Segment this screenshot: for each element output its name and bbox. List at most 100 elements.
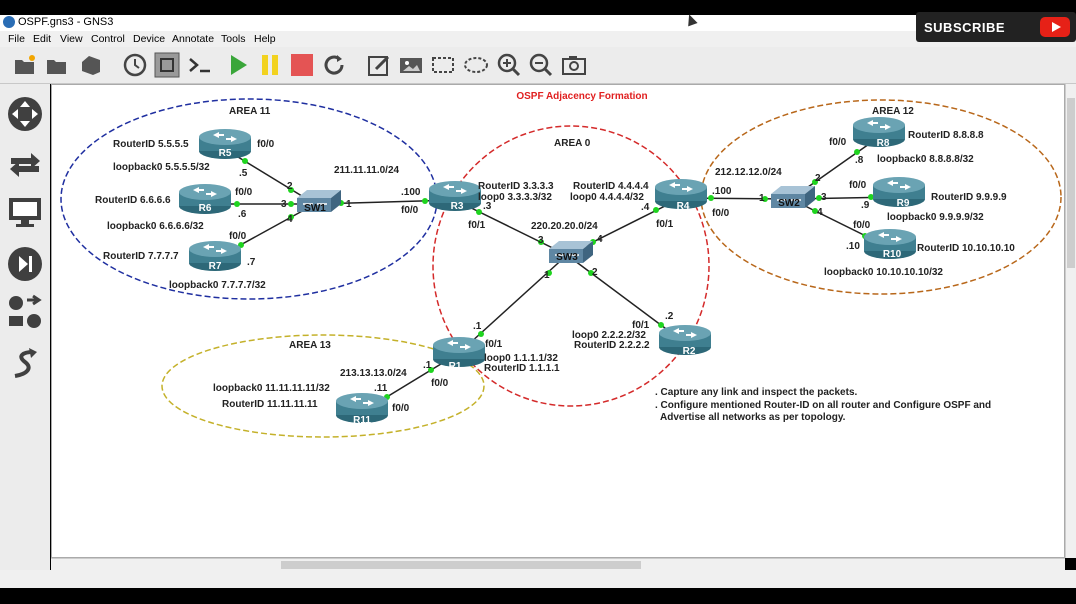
sw2-port2: 2: [815, 173, 821, 184]
r10-loopback: loopback0 10.10.10.10/32: [824, 267, 943, 278]
r3-port-f01: f0/1: [468, 220, 486, 231]
pause-icon[interactable]: [257, 52, 283, 78]
topology-canvas[interactable]: R5 R6 R7 R3 R4 R8 R9 R10 R1 R2 R11 SW1 S…: [51, 84, 1065, 558]
link-sw3-r1[interactable]: [458, 254, 568, 354]
camera-icon[interactable]: [561, 52, 587, 78]
stop-icon[interactable]: [289, 52, 315, 78]
menu-annotate[interactable]: Annotate: [172, 33, 214, 45]
browse-security-icon[interactable]: [7, 246, 43, 282]
router-r11[interactable]: R11: [336, 393, 388, 426]
r10-routerid: RouterID 10.10.10.10: [917, 243, 1015, 254]
router-r8[interactable]: R8: [853, 117, 905, 149]
sw2-port3: 3: [821, 192, 827, 203]
r3-routerid: RouterID 3.3.3.3: [478, 181, 554, 192]
grid-snap-icon[interactable]: [154, 52, 180, 78]
switch-sw1[interactable]: SW1: [296, 189, 342, 214]
r6-port: f0/0: [235, 187, 253, 198]
save-icon[interactable]: [78, 52, 104, 78]
r4-port-f01: f0/1: [656, 219, 674, 230]
r8-ip: .8: [855, 155, 864, 166]
r1-port-f00: f0/0: [431, 378, 449, 389]
open-folder-icon[interactable]: [12, 52, 38, 78]
menu-edit[interactable]: Edit: [33, 33, 51, 45]
r3-ip: .100: [401, 187, 421, 198]
switch-sw2[interactable]: SW2: [770, 185, 816, 209]
main-toolbar: [0, 47, 1076, 84]
console-icon[interactable]: [187, 52, 213, 78]
menu-help[interactable]: Help: [254, 33, 276, 45]
sw1-port1: 1: [346, 199, 352, 210]
menu-control[interactable]: Control: [91, 33, 125, 45]
vertical-scrollbar-thumb[interactable]: [1067, 98, 1075, 268]
r5-routerid: RouterID 5.5.5.5: [113, 139, 189, 150]
area11-label: AREA 11: [229, 106, 271, 117]
r5-port: f0/0: [257, 139, 275, 150]
browse-routers-icon[interactable]: [7, 96, 43, 132]
rectangle-icon[interactable]: [430, 52, 456, 78]
note-line-3: Advertise all networks as per topology.: [660, 412, 846, 423]
area13-label: AREA 13: [289, 340, 331, 351]
r11-port: f0/0: [392, 403, 410, 414]
r2-ip: .2: [665, 311, 674, 322]
svg-text:R11: R11: [353, 415, 371, 426]
router-r2[interactable]: R2: [659, 325, 711, 357]
menu-tools[interactable]: Tools: [221, 33, 246, 45]
reload-icon[interactable]: [321, 52, 347, 78]
browse-all-icon[interactable]: [7, 294, 43, 330]
menu-device[interactable]: Device: [133, 33, 165, 45]
note-icon[interactable]: [366, 52, 392, 78]
topology-drawing: R5 R6 R7 R3 R4 R8 R9 R10 R1 R2 R11 SW1 S…: [60, 91, 1062, 438]
router-r9[interactable]: R9: [873, 177, 925, 209]
start-icon[interactable]: [225, 52, 251, 78]
ellipse-icon[interactable]: [463, 52, 489, 78]
r9-port: f0/0: [849, 180, 867, 191]
picture-icon[interactable]: [398, 52, 424, 78]
open-project-icon[interactable]: [44, 52, 70, 78]
menu-bar: File Edit View Control Device Annotate T…: [0, 31, 1076, 47]
note-line-2: . Configure mentioned Router-ID on all r…: [655, 400, 991, 411]
router-r3[interactable]: R3: [429, 181, 481, 212]
device-sidebar: [0, 84, 50, 572]
sw3-port3: 3: [538, 235, 544, 246]
r3-ip-3: .3: [483, 201, 492, 212]
horizontal-scrollbar[interactable]: [51, 558, 1065, 570]
r1-ip: .1: [473, 321, 482, 332]
svg-text:R1: R1: [449, 361, 462, 372]
svg-text:R10: R10: [883, 249, 902, 260]
clock-icon[interactable]: [122, 52, 148, 78]
subscribe-button[interactable]: SUBSCRIBE: [916, 12, 1076, 42]
r4-routerid: RouterID 4.4.4.4: [573, 181, 649, 192]
svg-text:R2: R2: [683, 346, 696, 357]
r2-routerid: RouterID 2.2.2.2: [574, 340, 650, 351]
svg-text:R9: R9: [897, 198, 910, 209]
r4-ip-100: .100: [712, 186, 732, 197]
r4-ip: .4: [641, 202, 650, 213]
switch-sw3[interactable]: SW3: [548, 240, 594, 264]
router-r1[interactable]: R1: [433, 337, 485, 372]
r6-ip: .6: [238, 209, 247, 220]
browse-end-devices-icon[interactable]: [7, 194, 43, 230]
sw2-port4: 4: [817, 207, 823, 218]
add-link-icon[interactable]: [7, 346, 43, 382]
menu-view[interactable]: View: [60, 33, 83, 45]
gns3-app-icon: [3, 16, 15, 28]
r4-port-f00: f0/0: [712, 208, 730, 219]
horizontal-scrollbar-thumb[interactable]: [281, 561, 641, 569]
sw1-port2: 2: [287, 181, 293, 192]
network-area13: 213.13.13.0/24: [340, 368, 407, 379]
router-r5[interactable]: R5: [199, 129, 251, 159]
zoom-in-icon[interactable]: [496, 52, 522, 78]
youtube-play-icon: [1040, 17, 1070, 37]
router-r10[interactable]: R10: [864, 229, 916, 260]
svg-text:R7: R7: [209, 261, 222, 272]
menu-file[interactable]: File: [8, 33, 25, 45]
vertical-scrollbar[interactable]: [1065, 84, 1076, 558]
network-area12: 212.12.12.0/24: [715, 167, 782, 178]
r8-port: f0/0: [829, 137, 847, 148]
r5-loopback: loopback0 5.5.5.5/32: [113, 162, 210, 173]
r3-port-f00: f0/0: [401, 205, 419, 216]
router-r6[interactable]: R6: [179, 184, 231, 214]
browse-switches-icon[interactable]: [7, 146, 43, 182]
router-r7[interactable]: R7: [189, 241, 241, 272]
zoom-out-icon[interactable]: [528, 52, 554, 78]
